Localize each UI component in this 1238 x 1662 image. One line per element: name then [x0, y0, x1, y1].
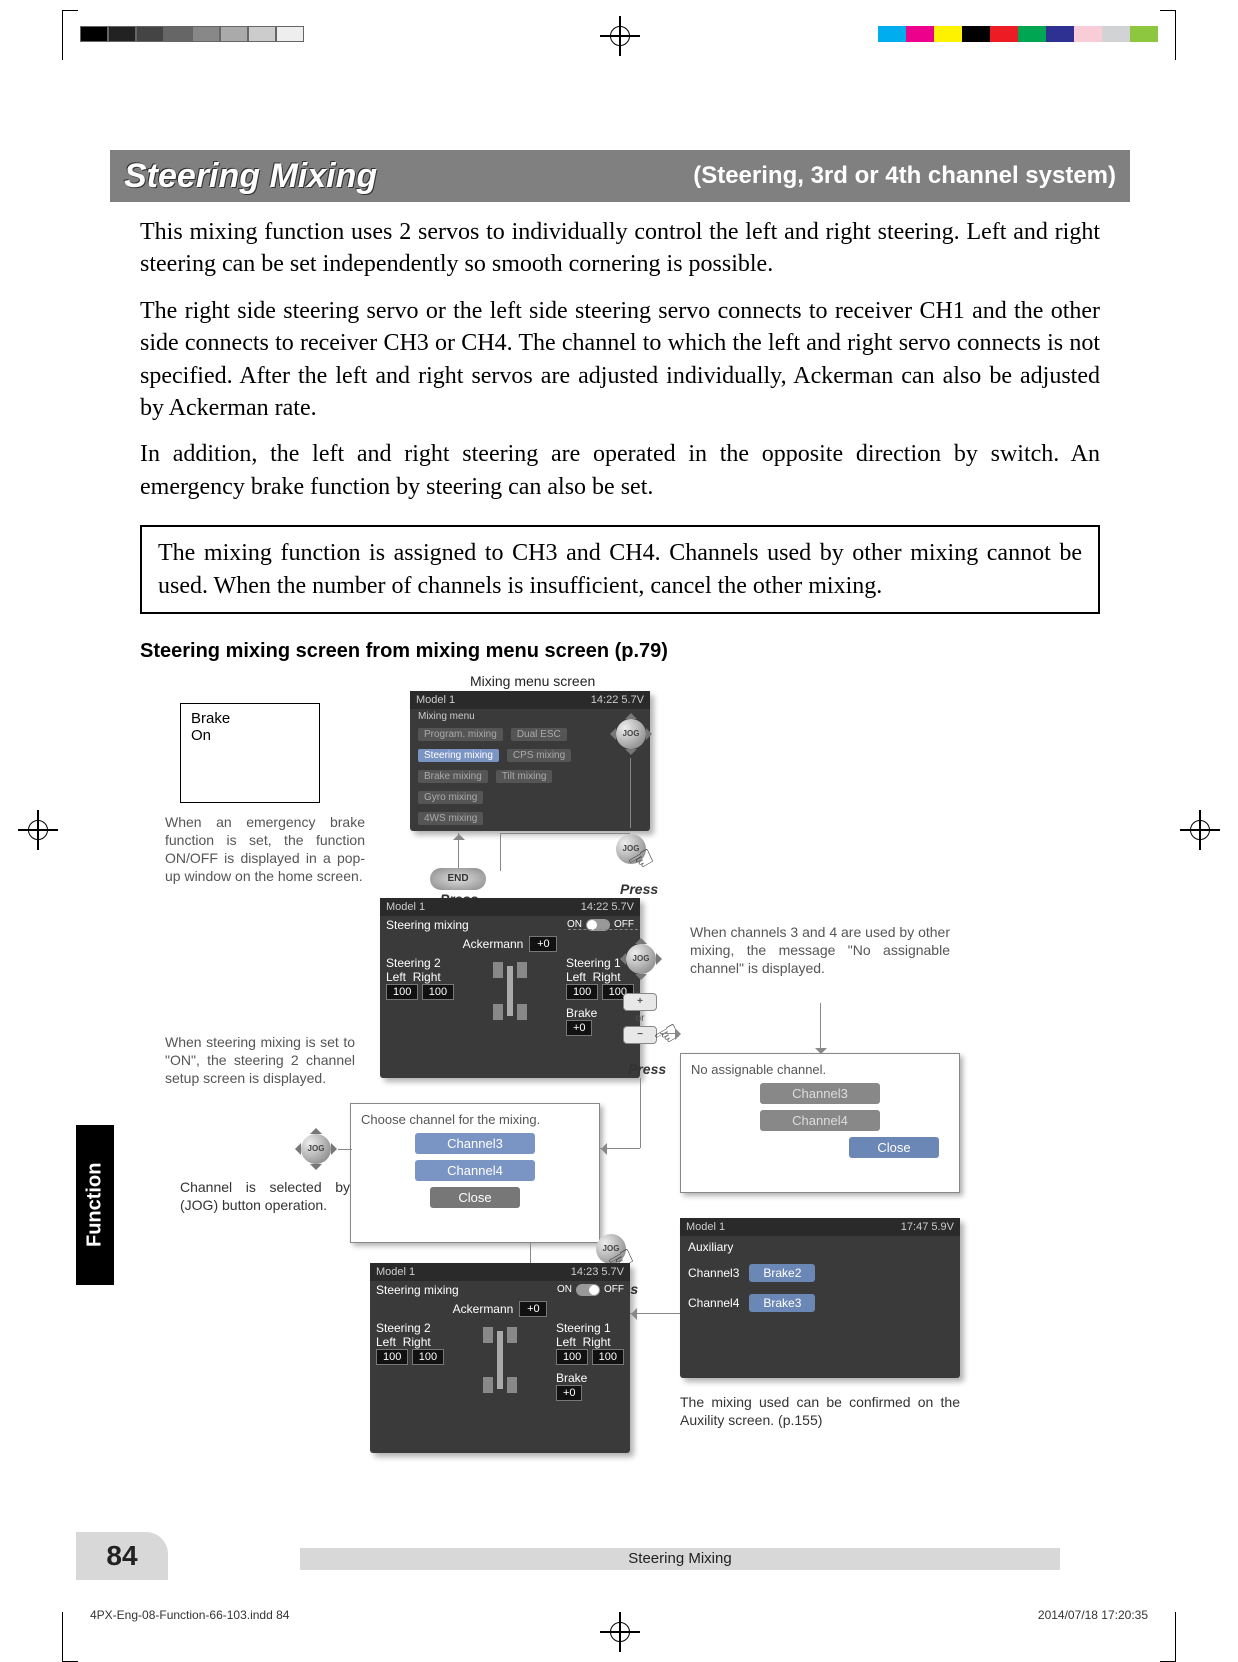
or-label: or: [636, 1013, 645, 1024]
channel4-button[interactable]: Channel4: [415, 1160, 535, 1181]
title-bar: Steering Mixing (Steering, 3rd or 4th ch…: [110, 150, 1130, 202]
crosshair-icon: [18, 810, 58, 850]
auxiliary-screen[interactable]: Model 117:47 5.9V Auxiliary Channel3Brak…: [680, 1218, 960, 1378]
dialog-title: No assignable channel.: [691, 1062, 949, 1077]
slug-filename: 4PX-Eng-08-Function-66-103.indd 84: [90, 1608, 289, 1622]
crosshair-icon: [1180, 810, 1220, 850]
jog-icon: JOG: [616, 719, 646, 749]
brake-popup-box: Brake On: [180, 703, 320, 803]
aux-info: The mixing used can be confirmed on the …: [680, 1393, 960, 1429]
mixing-menu-screen[interactable]: Model 114:22 5.7V Mixing menu Program. m…: [410, 691, 650, 831]
page-content: Steering Mixing (Steering, 3rd or 4th ch…: [110, 150, 1130, 1573]
channel3-button[interactable]: Channel3: [415, 1133, 535, 1154]
mixing-menu-label: Mixing menu screen: [470, 673, 595, 689]
ackermann-value[interactable]: +0: [529, 936, 557, 952]
brake2-button[interactable]: Brake2: [749, 1264, 815, 1282]
body-paragraph-3: In addition, the left and right steering…: [140, 438, 1100, 503]
close-button[interactable]: Close: [849, 1137, 939, 1158]
no-assignable-dialog[interactable]: No assignable channel. Channel3 Channel4…: [680, 1053, 960, 1193]
steering-mixing-screen-on[interactable]: Model 114:23 5.7V Steering mixing ONOFF …: [370, 1263, 630, 1453]
brake-line2: On: [191, 727, 309, 744]
choose-channel-dialog[interactable]: Choose channel for the mixing. Channel3 …: [350, 1103, 600, 1243]
close-button[interactable]: Close: [430, 1187, 520, 1208]
channel4-disabled: Channel4: [760, 1110, 880, 1131]
jog-button[interactable]: JOG: [295, 1128, 337, 1170]
page-title: Steering Mixing: [124, 157, 377, 196]
menu-item-steering-mixing[interactable]: Steering mixing: [418, 749, 499, 762]
car-chassis-icon: [475, 1321, 525, 1401]
dialog-title: Choose channel for the mixing.: [361, 1112, 589, 1127]
color-swatches: [878, 26, 1158, 42]
end-button[interactable]: END: [430, 868, 486, 890]
slug-timestamp: 2014/07/18 17:20:35: [1038, 1608, 1148, 1622]
aux-row: Channel3Brake2: [680, 1258, 960, 1288]
caution-box: The mixing function is assigned to CH3 a…: [140, 525, 1100, 614]
brake-info-text: When an emergency brake function is set,…: [165, 813, 365, 886]
crosshair-icon: [600, 1612, 640, 1652]
car-chassis-icon: [485, 956, 535, 1026]
print-registration-top: [0, 20, 1238, 50]
page-number: 84: [76, 1532, 168, 1580]
function-side-tab: Function: [76, 1125, 114, 1285]
no-assign-info: When channels 3 and 4 are used by other …: [690, 923, 950, 978]
steering-mixing-screen[interactable]: Model 114:22 5.7V Steering mixing ONOFF …: [380, 898, 640, 1078]
jog-icon: JOG: [301, 1134, 331, 1164]
section-heading: Steering mixing screen from mixing menu …: [140, 640, 1100, 663]
jog-button[interactable]: JOG: [620, 938, 662, 980]
aux-row: Channel4Brake3: [680, 1288, 960, 1318]
grayscale-swatches: [80, 26, 304, 42]
jog-button[interactable]: JOG: [610, 713, 652, 755]
plus-button[interactable]: +: [623, 993, 657, 1011]
on-off-toggle[interactable]: ONOFF: [557, 1284, 624, 1296]
crosshair-icon: [600, 16, 640, 56]
brake-line1: Brake: [191, 710, 309, 727]
body-paragraph-2: The right side steering servo or the lef…: [140, 295, 1100, 425]
brake3-button[interactable]: Brake3: [749, 1294, 815, 1312]
footer-title: Steering Mixing: [300, 1548, 1060, 1570]
press-label: Press: [620, 881, 658, 897]
workflow-diagram: Mixing menu screen Brake On When an emer…: [120, 673, 1120, 1573]
jog-icon: JOG: [626, 944, 656, 974]
page-subtitle: (Steering, 3rd or 4th channel system): [693, 162, 1116, 190]
channel3-disabled: Channel3: [760, 1083, 880, 1104]
channel-jog-info: Channel is selected by (JOG) button oper…: [180, 1178, 350, 1214]
press-label: Press: [628, 1061, 666, 1077]
body-paragraph-1: This mixing function uses 2 servos to in…: [140, 216, 1100, 281]
steering-on-info: When steering mixing is set to "ON", the…: [165, 1033, 355, 1088]
